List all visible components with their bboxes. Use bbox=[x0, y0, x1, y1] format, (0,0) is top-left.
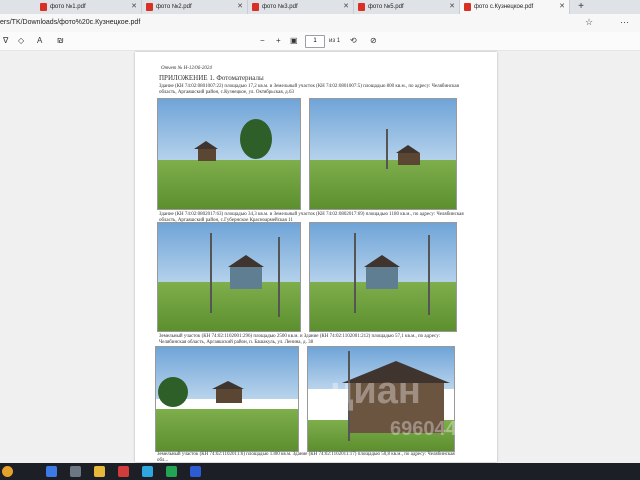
translate-icon[interactable]: ₪ bbox=[57, 34, 64, 48]
new-tab-button[interactable]: + bbox=[574, 0, 588, 14]
read-aloud-icon[interactable]: A bbox=[37, 34, 42, 48]
pdf-icon bbox=[252, 3, 259, 11]
tab-label: фото №2.pdf bbox=[156, 4, 192, 10]
url-text[interactable]: ers/TK/Downloads/фото%20с.Кузнецкое.pdf bbox=[0, 14, 140, 32]
search-icon[interactable] bbox=[70, 466, 81, 477]
rotate-icon[interactable]: ⟲ bbox=[350, 34, 357, 48]
yandex-icon[interactable] bbox=[118, 466, 129, 477]
tab-photo-2[interactable]: фото №2.pdf ✕ bbox=[142, 0, 248, 14]
close-icon[interactable]: ✕ bbox=[449, 0, 455, 14]
page-view-icon[interactable]: ⊘ bbox=[370, 34, 377, 48]
close-icon[interactable]: ✕ bbox=[237, 0, 243, 14]
pdf-icon bbox=[358, 3, 365, 11]
watermark-number: 69604468 bbox=[390, 418, 479, 440]
page-total: из 1 bbox=[329, 38, 341, 44]
watermark-brand: циан bbox=[330, 370, 421, 412]
caption-3: Земельный участок (КН 74:02:1102001:296)… bbox=[159, 334, 441, 345]
tab-photo-kuznetskoe[interactable]: фото с.Кузнецкое.pdf ✕ bbox=[460, 0, 570, 14]
tab-label: фото №5.pdf bbox=[368, 4, 404, 10]
fit-page-icon[interactable]: ▣ bbox=[290, 34, 298, 48]
report-number: Отчет № Н-12/06-2024 bbox=[161, 66, 212, 71]
tab-label: фото №3.pdf bbox=[262, 4, 298, 10]
pdf-icon bbox=[40, 3, 47, 11]
page-number-input[interactable]: 1 bbox=[305, 35, 325, 48]
pdf-icon bbox=[464, 3, 471, 11]
weather-icon[interactable] bbox=[2, 466, 13, 477]
tab-photo-1[interactable]: фото №1.pdf ✕ bbox=[36, 0, 142, 14]
browser-icon[interactable] bbox=[142, 466, 153, 477]
photo-3 bbox=[157, 222, 301, 332]
windows-start-icon[interactable] bbox=[46, 466, 57, 477]
document-page: Отчет № Н-12/06-2024 ПРИЛОЖЕНИЕ 1. Фотом… bbox=[135, 52, 497, 462]
close-icon[interactable]: ✕ bbox=[131, 0, 137, 14]
appendix-title: ПРИЛОЖЕНИЕ 1. Фотоматериалы bbox=[159, 74, 264, 82]
tab-label: фото с.Кузнецкое.pdf bbox=[474, 4, 534, 10]
eraser-icon[interactable]: ◇ bbox=[18, 34, 24, 48]
taskbar bbox=[0, 463, 640, 480]
excel-icon[interactable] bbox=[166, 466, 177, 477]
caption-4: Земельный участок (КН 74:02:1102011:6) п… bbox=[157, 452, 455, 462]
tab-photo-5[interactable]: фото №5.pdf ✕ bbox=[354, 0, 460, 14]
tab-bar: фото №1.pdf ✕ фото №2.pdf ✕ фото №3.pdf … bbox=[0, 0, 640, 14]
caption-1: Здание (КН 74:02:0801007:22) площадью 17… bbox=[159, 84, 459, 95]
photo-4 bbox=[309, 222, 457, 332]
draw-icon[interactable]: ∇ bbox=[3, 34, 8, 48]
close-icon[interactable]: ✕ bbox=[343, 0, 349, 14]
zoom-out-button[interactable]: − bbox=[260, 34, 265, 48]
tab-photo-3[interactable]: фото №3.pdf ✕ bbox=[248, 0, 354, 14]
close-icon[interactable]: ✕ bbox=[559, 0, 565, 14]
word-icon[interactable] bbox=[190, 466, 201, 477]
photo-2 bbox=[309, 98, 457, 210]
tab-label: фото №1.pdf bbox=[50, 4, 86, 10]
menu-icon[interactable]: ⋯ bbox=[620, 17, 629, 28]
star-icon[interactable]: ☆ bbox=[585, 17, 593, 28]
pdf-icon bbox=[146, 3, 153, 11]
address-bar: ers/TK/Downloads/фото%20с.Кузнецкое.pdf … bbox=[0, 14, 640, 33]
photo-5 bbox=[155, 346, 299, 452]
zoom-in-button[interactable]: + bbox=[276, 34, 281, 48]
folder-icon[interactable] bbox=[94, 466, 105, 477]
photo-1 bbox=[157, 98, 301, 210]
